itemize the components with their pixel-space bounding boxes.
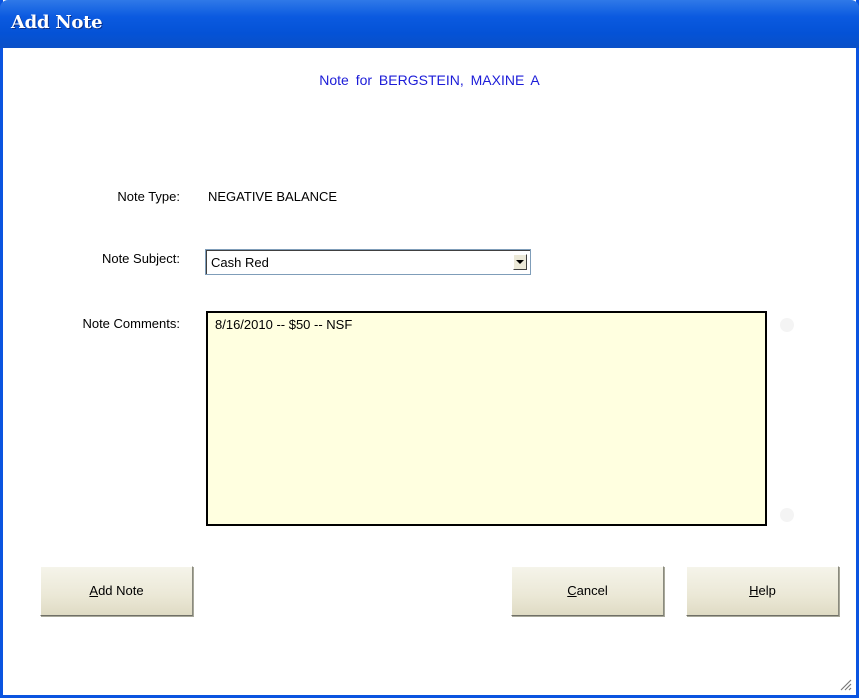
note-comments-textarea[interactable]: 8/16/2010 -- $50 -- NSF — [206, 311, 767, 526]
help-label: elp — [758, 583, 776, 598]
chevron-down-icon[interactable] — [513, 254, 527, 270]
note-subject-selected: Cash Red — [211, 255, 269, 270]
cancel-label: ancel — [576, 583, 608, 598]
scroll-up-ghost — [780, 318, 794, 332]
note-subject-select[interactable]: Cash Red — [205, 249, 531, 275]
help-mnemonic: H — [749, 583, 759, 598]
scroll-down-ghost — [780, 508, 794, 522]
note-type-value: NEGATIVE BALANCE — [208, 189, 338, 204]
add-note-mnemonic: A — [89, 583, 99, 598]
help-button[interactable]: Help — [686, 566, 839, 616]
note-subtitle: Note for BERGSTEIN, MAXINE A — [319, 72, 540, 88]
cancel-button[interactable]: Cancel — [511, 566, 664, 616]
note-comments-label: Note Comments: — [82, 316, 180, 331]
cancel-mnemonic: C — [567, 583, 577, 598]
note-type-label: Note Type: — [117, 189, 180, 204]
resize-grip-icon[interactable] — [840, 679, 852, 691]
add-note-dialog: Add Note Note for BERGSTEIN, MAXINE A No… — [0, 0, 859, 698]
title-bar[interactable]: Add Note — [0, 0, 859, 48]
add-note-label: dd Note — [98, 583, 144, 598]
window-title: Add Note — [11, 12, 103, 33]
note-subject-label: Note Subject: — [101, 251, 180, 266]
add-note-button[interactable]: Add Note — [40, 566, 193, 616]
